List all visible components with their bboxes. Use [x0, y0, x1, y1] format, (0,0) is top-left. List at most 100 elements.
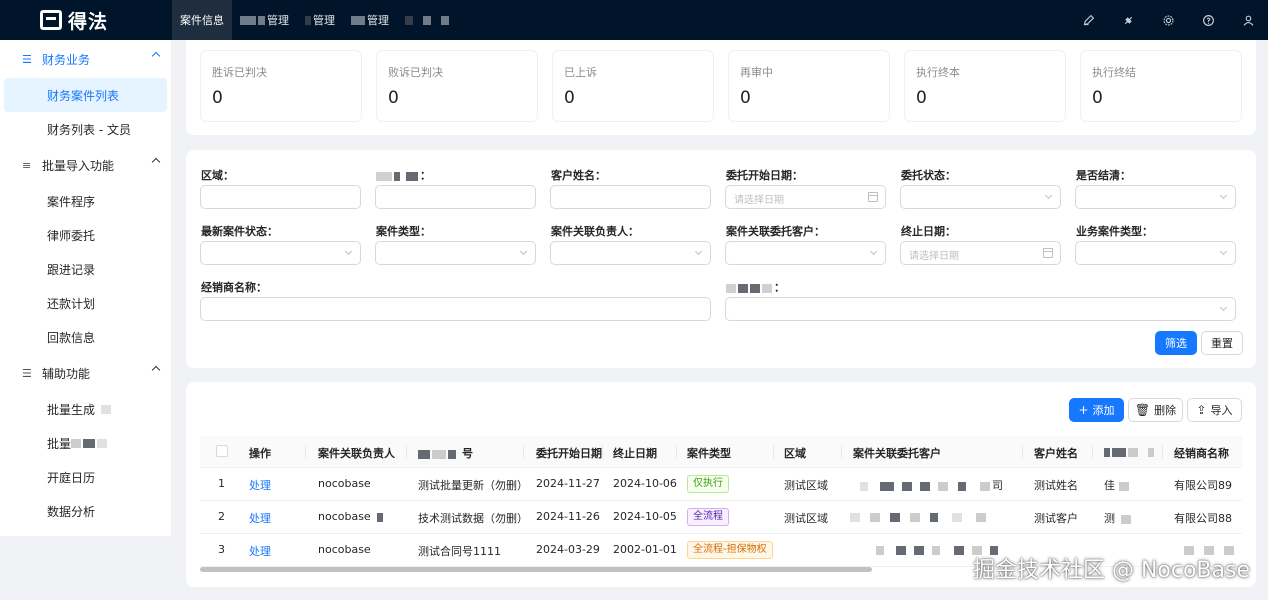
app-logo[interactable]: 得法: [0, 0, 172, 40]
label-dealer: 经销商名称：: [201, 281, 267, 294]
stat-card-appealed[interactable]: 已上诉 0: [552, 50, 714, 122]
chevron-down-icon: [1219, 191, 1228, 200]
stat-card-retrial[interactable]: 再审中 0: [728, 50, 890, 122]
label-latest-status: 最新案件状态：: [201, 225, 278, 238]
label-customer-name: 客户姓名：: [551, 169, 606, 182]
table-row[interactable]: 2 处理 nocobase 技术测试数据（勿删） 2024-11-26 2024…: [200, 501, 1242, 534]
biz-type-select[interactable]: [1075, 241, 1236, 265]
dealer-input[interactable]: [200, 297, 711, 321]
sidebar-item-court-calendar[interactable]: 开庭日历: [4, 460, 167, 494]
table-row[interactable]: 1 处理 nocobase 测试批量更新（勿删） 2024-11-27 2024…: [200, 468, 1242, 501]
sidebar-item-case-procedure[interactable]: 案件程序: [4, 184, 167, 218]
top-bar: 得法 案件信息 管理 管理 管理: [0, 0, 1268, 40]
delete-button[interactable]: 🗑 删除: [1128, 398, 1183, 422]
status-select[interactable]: [900, 185, 1061, 209]
user-icon[interactable]: [1228, 0, 1268, 40]
stat-card-lost[interactable]: 败诉已判决 0: [376, 50, 538, 122]
nav-item-3[interactable]: 管理: [297, 0, 343, 40]
settled-select[interactable]: [1075, 185, 1236, 209]
settings-icon[interactable]: [1148, 0, 1188, 40]
sidebar-item-batch-generate[interactable]: 批量生成: [4, 392, 167, 426]
sidebar-item-payment-info[interactable]: 回款信息: [4, 320, 167, 354]
sidebar-item-batch[interactable]: 批量: [4, 426, 167, 460]
chevron-down-icon: [1219, 303, 1228, 312]
row-index: 1: [218, 477, 225, 490]
label-settled: 是否结清：: [1076, 169, 1131, 182]
nav-item-case-info[interactable]: 案件信息: [172, 0, 232, 40]
owner-select[interactable]: [550, 241, 711, 265]
import-button[interactable]: ⇪ 导入: [1187, 398, 1242, 422]
stat-card-won[interactable]: 胜诉已判决 0: [200, 50, 362, 122]
align-left-icon: ≡: [22, 158, 32, 172]
help-icon[interactable]: [1188, 0, 1228, 40]
plus-icon: +: [1078, 403, 1089, 417]
header-action: 操作: [249, 447, 271, 460]
cell-end-date: 2024-10-06: [613, 477, 677, 490]
cell-dealer: 有限公司88: [1174, 512, 1232, 525]
label-hidden-2: ：: [726, 279, 785, 295]
label-client: 案件关联委托客户：: [726, 225, 825, 238]
sidebar-item-repayment-plan[interactable]: 还款计划: [4, 286, 167, 320]
sidebar-item-lawyer-delegation[interactable]: 律师委托: [4, 218, 167, 252]
start-date-picker[interactable]: 请选择日期: [725, 185, 886, 209]
process-link[interactable]: 处理: [249, 543, 271, 559]
stat-card-exec-end[interactable]: 执行终结 0: [1080, 50, 1242, 122]
hidden-input-1[interactable]: [375, 185, 536, 209]
sidebar-item-finance-list-clerk[interactable]: 财务列表 - 文员: [4, 112, 167, 146]
logo-text: 得法: [68, 10, 109, 33]
label-case-type: 案件类型：: [376, 225, 431, 238]
header-end-date: 终止日期: [613, 447, 657, 460]
chevron-down-icon: [869, 247, 878, 256]
header-owner: 案件关联负责人: [318, 447, 395, 460]
cell-customer-name: 测试姓名: [1034, 479, 1078, 492]
cell-hidden: 测: [1104, 510, 1133, 526]
label-region: 区域：: [201, 169, 234, 182]
sidebar-item-follow-up[interactable]: 跟进记录: [4, 252, 167, 286]
cell-start-date: 2024-03-29: [536, 543, 600, 556]
plugin-icon[interactable]: [1108, 0, 1148, 40]
label-end-date: 终止日期：: [901, 225, 956, 238]
sidebar-item-data-analysis[interactable]: 数据分析: [4, 494, 167, 528]
chevron-up-icon: [151, 51, 161, 61]
case-type-select[interactable]: [375, 241, 536, 265]
list-icon: ☰: [22, 52, 32, 66]
header-start-date: 委托开始日期: [536, 447, 602, 460]
add-button[interactable]: + 添加: [1069, 398, 1124, 422]
chevron-down-icon: [1044, 191, 1053, 200]
customer-name-input[interactable]: [550, 185, 711, 209]
watermark-text: 掘金技术社区 @ NocoBase: [972, 558, 1250, 583]
reset-button[interactable]: 重置: [1201, 331, 1243, 355]
sidebar-item-finance-case-list[interactable]: 财务案件列表: [4, 78, 167, 112]
end-date-picker[interactable]: 请选择日期: [900, 241, 1061, 265]
sidebar-group-auxiliary[interactable]: ☰ 辅助功能: [0, 354, 171, 392]
nav-item-5[interactable]: [397, 0, 459, 40]
cell-region: 测试区域: [784, 512, 828, 525]
filter-button[interactable]: 筛选: [1155, 331, 1197, 355]
list-icon: ☰: [22, 366, 32, 380]
stat-card-exec-final[interactable]: 执行终本 0: [904, 50, 1066, 122]
process-link[interactable]: 处理: [249, 510, 271, 526]
cell-end-date: 2024-10-05: [613, 510, 677, 523]
nav-item-2[interactable]: 管理: [232, 0, 297, 40]
select-all-checkbox[interactable]: [216, 445, 228, 457]
hidden-select-2[interactable]: [725, 297, 1236, 321]
sidebar-group-label: 批量导入功能: [42, 158, 115, 173]
pen-icon[interactable]: [1068, 0, 1108, 40]
label-status: 委托状态：: [901, 169, 956, 182]
chevron-down-icon: [1219, 247, 1228, 256]
horizontal-scrollbar[interactable]: [200, 567, 872, 572]
header-contract: 号: [418, 445, 473, 461]
table-header: 操作 案件关联负责人 号 委托开始日期 终止日期 案件类型 区域 案件关联委托客…: [200, 436, 1242, 468]
sidebar-group-label: 辅助功能: [42, 366, 91, 381]
client-select[interactable]: [725, 241, 886, 265]
row-index: 2: [218, 510, 225, 523]
sidebar-group-batch-import[interactable]: ≡ 批量导入功能: [0, 146, 171, 184]
region-input[interactable]: [200, 185, 361, 209]
sidebar-group-finance[interactable]: ☰ 财务业务: [0, 40, 171, 78]
cloud-upload-icon: ⇪: [1196, 403, 1207, 417]
case-type-tag: 全流程-担保物权: [687, 541, 773, 559]
cell-contract: 测试合同号1111: [418, 545, 501, 558]
latest-status-select[interactable]: [200, 241, 361, 265]
process-link[interactable]: 处理: [249, 477, 271, 493]
nav-item-4[interactable]: 管理: [343, 0, 397, 40]
